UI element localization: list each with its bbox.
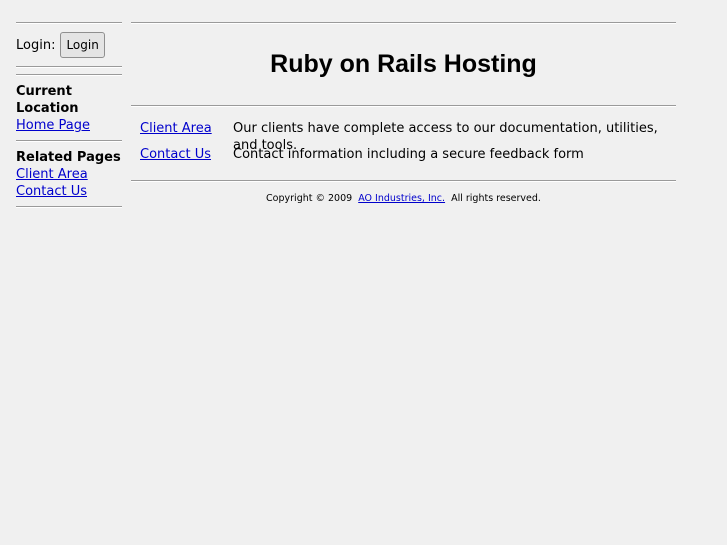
sidebar-link-home-page[interactable]: Home Page xyxy=(16,117,122,134)
divider xyxy=(16,206,122,208)
related-pages-title: Related Pages xyxy=(16,150,121,165)
rights-text: All rights reserved. xyxy=(451,193,541,204)
current-location-title: Current Location xyxy=(16,84,79,116)
table-row: Contact Us Contact information including… xyxy=(140,146,676,172)
page-title: Ruby on Rails Hosting xyxy=(270,49,537,78)
sidebar-link-contact-us[interactable]: Contact Us xyxy=(16,183,122,200)
copyright-text: Copyright © 2009 xyxy=(266,193,353,204)
company-link[interactable]: AO Industries, Inc. xyxy=(358,193,445,204)
title-area: Ruby on Rails Hosting xyxy=(131,24,676,105)
login-row: Login: Login xyxy=(16,24,122,66)
contact-us-link[interactable]: Contact Us xyxy=(140,147,211,162)
client-area-link[interactable]: Client Area xyxy=(140,121,212,136)
login-label: Login: xyxy=(16,37,56,53)
contact-us-description: Contact information including a secure f… xyxy=(233,147,584,162)
related-pages-section: Related Pages Client Area Contact Us xyxy=(16,142,122,206)
current-location-section: Current Location Home Page xyxy=(16,76,122,140)
page: Login: Login Current Location Home Page … xyxy=(0,0,727,545)
sidebar-link-client-area[interactable]: Client Area xyxy=(16,166,122,183)
main-content: Ruby on Rails Hosting Client Area Our cl… xyxy=(131,22,676,204)
sidebar: Login: Login Current Location Home Page … xyxy=(16,22,122,208)
links-table: Client Area Our clients have complete ac… xyxy=(131,107,676,180)
client-area-description: Our clients have complete access to our … xyxy=(233,121,658,153)
footer: Copyright © 2009 AO Industries, Inc. All… xyxy=(131,182,676,204)
table-row: Client Area Our clients have complete ac… xyxy=(140,120,676,153)
login-button[interactable]: Login xyxy=(60,32,105,58)
